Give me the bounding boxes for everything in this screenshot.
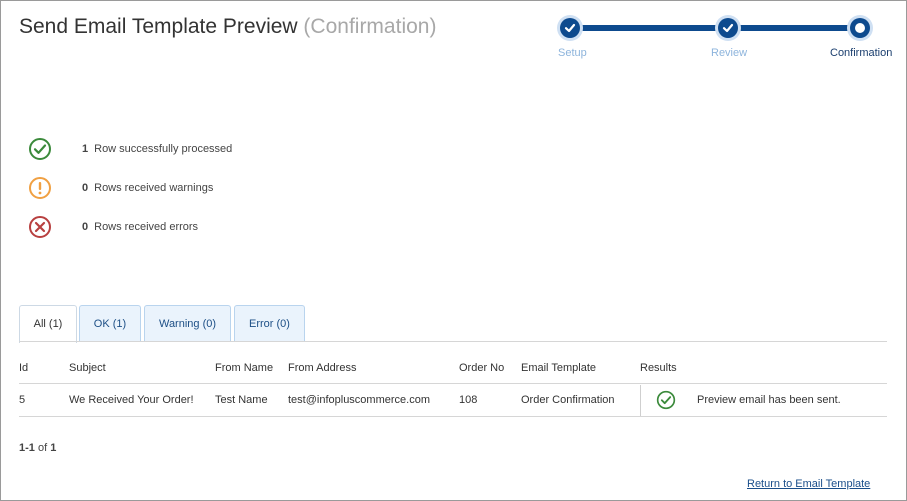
step-confirmation-dot: [850, 18, 870, 38]
column-header-id[interactable]: Id: [19, 362, 28, 374]
column-header-results[interactable]: Results: [640, 362, 677, 374]
stepper-line-setup-review: [570, 25, 728, 31]
check-icon: [564, 23, 576, 33]
cell-email-template: Order Confirmation: [521, 394, 615, 406]
step-label-setup[interactable]: Setup: [558, 47, 587, 59]
step-label-confirmation: Confirmation: [830, 47, 893, 59]
column-header-from-address[interactable]: From Address: [288, 362, 356, 374]
table-bottom-divider: [19, 416, 887, 417]
step-review-dot[interactable]: [718, 18, 738, 38]
tab-error[interactable]: Error (0): [234, 305, 305, 342]
column-header-order-no[interactable]: Order No: [459, 362, 504, 374]
pagination-summary: 1-1 of 1: [19, 442, 56, 454]
stepper-line-review-confirmation: [728, 25, 860, 31]
results-column-divider: [640, 385, 641, 416]
pager-total: 1: [50, 442, 57, 454]
summary-success-count: 1: [82, 143, 89, 155]
success-check-icon: [29, 138, 51, 160]
cell-subject: We Received Your Order!: [69, 394, 194, 406]
cell-id: 5: [19, 394, 26, 406]
summary-success-text: 1 Row successfully processed: [82, 143, 232, 155]
error-x-icon: [29, 216, 51, 238]
summary-warning-text: 0 Rows received warnings: [82, 182, 213, 194]
cell-result-text: Preview email has been sent.: [697, 394, 841, 406]
summary-error-count: 0: [82, 221, 89, 233]
column-header-subject[interactable]: Subject: [69, 362, 106, 374]
page-frame: [0, 0, 907, 501]
summary-success-label: Row successfully processed: [94, 143, 233, 155]
progress-stepper: Setup Review Confirmation: [0, 0, 907, 70]
cell-from-address: test@infopluscommerce.com: [288, 394, 430, 406]
summary-error-text: 0 Rows received errors: [82, 221, 198, 233]
pager-range: 1-1: [19, 442, 35, 454]
return-to-email-template-link[interactable]: Return to Email Template: [747, 478, 870, 490]
tab-warning[interactable]: Warning (0): [144, 305, 231, 342]
cell-order-no: 108: [459, 394, 478, 406]
step-setup-dot[interactable]: [560, 18, 580, 38]
tab-all[interactable]: All (1): [19, 305, 77, 343]
tab-ok[interactable]: OK (1): [79, 305, 141, 342]
success-check-icon: [656, 390, 676, 410]
column-header-from-name[interactable]: From Name: [215, 362, 273, 374]
column-header-email-template[interactable]: Email Template: [521, 362, 596, 374]
check-icon: [722, 23, 734, 33]
pager-of: of: [37, 442, 48, 454]
summary-warning-count: 0: [82, 182, 89, 194]
step-label-review[interactable]: Review: [711, 47, 747, 59]
tab-divider: [19, 341, 887, 342]
warning-exclamation-icon: [29, 177, 51, 199]
summary-warning-label: Rows received warnings: [94, 182, 214, 194]
cell-from-name: Test Name: [215, 394, 268, 406]
summary-error-label: Rows received errors: [94, 221, 199, 233]
table-header-divider: [19, 383, 887, 384]
